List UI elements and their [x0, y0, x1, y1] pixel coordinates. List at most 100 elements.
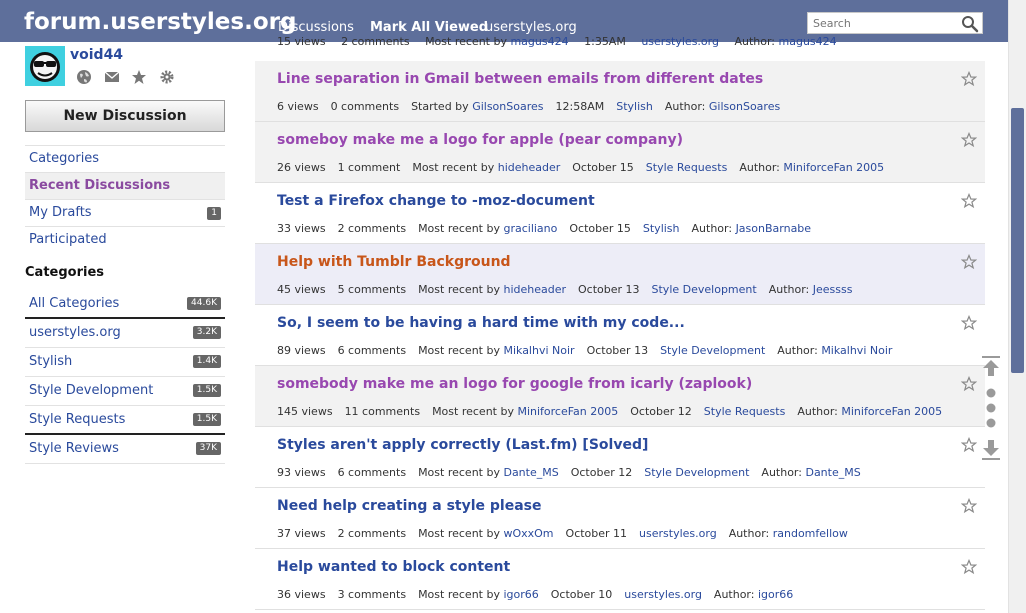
sidebar-item-label[interactable]: Participated: [29, 232, 107, 247]
scroll-dot-icon[interactable]: [986, 418, 996, 428]
author-link[interactable]: randomfellow: [773, 527, 848, 540]
category-link[interactable]: Style Requests: [646, 161, 728, 174]
discussion-title-link[interactable]: Line separation in Gmail between emails …: [277, 71, 763, 87]
discussion-row[interactable]: Test a Firefox change to -moz-document 33…: [255, 183, 985, 244]
bookmark-star-icon[interactable]: [961, 559, 977, 575]
author-link[interactable]: JasonBarnabe: [736, 222, 812, 235]
sidebar-item-label[interactable]: Categories: [29, 151, 99, 166]
globe-icon[interactable]: [76, 69, 92, 85]
discussion-row[interactable]: Help wanted to block content 36 views 3 co…: [255, 549, 985, 610]
mail-icon[interactable]: [104, 69, 120, 85]
category-link[interactable]: Style Requests: [704, 405, 786, 418]
scroll-dot-icon[interactable]: [986, 403, 996, 413]
discussion-row[interactable]: Styles aren't apply correctly (Last.fm) …: [255, 427, 985, 488]
category-label[interactable]: Style Requests: [29, 412, 125, 427]
category-item-stylish[interactable]: Stylish 1.4K: [25, 348, 225, 377]
author-link[interactable]: Mikalhvi Noir: [821, 344, 892, 357]
sidebar-item-participated[interactable]: Participated: [25, 226, 225, 253]
username-link[interactable]: void44: [70, 47, 123, 63]
bookmark-star-icon[interactable]: [961, 437, 977, 453]
scroll-dot-icon[interactable]: [986, 388, 996, 398]
discussion-title-link[interactable]: Test a Firefox change to -moz-document: [277, 193, 595, 209]
discussion-title-link[interactable]: Help with Tumblr Background: [277, 254, 511, 270]
category-item-style-reviews[interactable]: Style Reviews 37K: [25, 435, 225, 464]
last-user-link[interactable]: magus424: [510, 35, 568, 48]
last-user-link[interactable]: hideheader: [503, 283, 566, 296]
author-label: Author:: [797, 405, 838, 418]
sidebar-item-label[interactable]: Recent Discussions: [29, 178, 170, 193]
discussion-meta: 89 views 6 comments Most recent by Mikalhv…: [277, 344, 904, 357]
category-label[interactable]: Stylish: [29, 354, 72, 369]
category-link[interactable]: Stylish: [643, 222, 680, 235]
category-item-all[interactable]: All Categories 44.6K: [25, 290, 225, 319]
discussion-title-link[interactable]: somebody make me an logo for google from…: [277, 376, 752, 392]
bookmark-star-icon[interactable]: [961, 193, 977, 209]
discussion-row[interactable]: Need help creating a style please 37 view…: [255, 488, 985, 549]
page-scrollbar[interactable]: [1008, 0, 1026, 613]
category-label[interactable]: Style Development: [29, 383, 153, 398]
discussion-row[interactable]: Line separation in Gmail between emails …: [255, 61, 985, 122]
author-label: Author:: [768, 283, 810, 296]
author-link[interactable]: magus424: [779, 35, 837, 48]
category-item-style-development[interactable]: Style Development 1.5K: [25, 377, 225, 406]
comments-count: 2 comments: [337, 222, 407, 235]
by-label: Most recent by: [418, 283, 500, 296]
sidebar-item-my-drafts[interactable]: My Drafts 1: [25, 199, 225, 226]
discussion-title-link[interactable]: someboy make me a logo for apple (pear c…: [277, 132, 683, 148]
category-link[interactable]: userstyles.org: [639, 527, 717, 540]
discussion-list: 15 views 2 comments Most recent by magus…: [255, 0, 985, 613]
category-link[interactable]: Style Development: [660, 344, 765, 357]
discussion-row[interactable]: So, I seem to be having a hard time with…: [255, 305, 985, 366]
bookmark-star-icon[interactable]: [961, 254, 977, 270]
scrollbar-thumb[interactable]: [1011, 108, 1024, 373]
bookmark-star-icon[interactable]: [961, 71, 977, 87]
discussion-title-link[interactable]: Help wanted to block content: [277, 559, 510, 575]
author-link[interactable]: igor66: [758, 588, 793, 601]
last-user-link[interactable]: Dante_MS: [503, 466, 558, 479]
bookmark-star-icon[interactable]: [961, 132, 977, 148]
discussion-title-link[interactable]: Styles aren't apply correctly (Last.fm) …: [277, 437, 648, 453]
category-link[interactable]: Style Development: [652, 283, 757, 296]
author-link[interactable]: Dante_MS: [805, 466, 860, 479]
sidebar-item-label[interactable]: My Drafts: [29, 205, 92, 220]
author-link[interactable]: Jeessss: [813, 283, 853, 296]
new-discussion-button[interactable]: New Discussion: [25, 100, 225, 132]
last-user-link[interactable]: graciliano: [503, 222, 557, 235]
author-label: Author:: [664, 100, 706, 113]
category-link[interactable]: userstyles.org: [624, 588, 702, 601]
author-link[interactable]: MiniforceFan 2005: [841, 405, 942, 418]
last-user-link[interactable]: hideheader: [498, 161, 561, 174]
category-label[interactable]: userstyles.org: [29, 325, 121, 340]
avatar[interactable]: [25, 46, 65, 86]
scroll-bottom-icon[interactable]: [982, 440, 1000, 460]
category-link[interactable]: Style Development: [644, 466, 749, 479]
discussion-row[interactable]: somebody make me an logo for google from…: [255, 366, 985, 427]
sidebar-item-categories[interactable]: Categories: [25, 145, 225, 172]
last-user-link[interactable]: Mikalhvi Noir: [503, 344, 574, 357]
category-link[interactable]: userstyles.org: [641, 35, 719, 48]
author-link[interactable]: MiniforceFan 2005: [783, 161, 884, 174]
last-user-link[interactable]: igor66: [503, 588, 538, 601]
category-label[interactable]: Style Reviews: [29, 441, 119, 456]
bookmark-star-icon[interactable]: [961, 376, 977, 392]
last-user-link[interactable]: GilsonSoares: [472, 100, 543, 113]
category-label[interactable]: All Categories: [29, 296, 119, 311]
discussion-title-link[interactable]: So, I seem to be having a hard time with…: [277, 315, 685, 331]
last-user-link[interactable]: MiniforceFan 2005: [517, 405, 618, 418]
star-icon[interactable]: [131, 69, 147, 85]
sidebar-item-recent-discussions[interactable]: Recent Discussions: [25, 172, 225, 199]
scroll-top-icon[interactable]: [982, 356, 1000, 376]
bookmark-star-icon[interactable]: [961, 498, 977, 514]
category-link[interactable]: Stylish: [616, 100, 653, 113]
category-item-style-requests[interactable]: Style Requests 1.5K: [25, 406, 225, 435]
bookmark-star-icon[interactable]: [961, 315, 977, 331]
discussion-title-link[interactable]: Need help creating a style please: [277, 498, 542, 514]
author-link[interactable]: GilsonSoares: [709, 100, 780, 113]
discussion-row[interactable]: Help with Tumblr Background 45 views 5 com…: [255, 244, 985, 305]
discussion-row[interactable]: someboy make me a logo for apple (pear c…: [255, 122, 985, 183]
author-label: Author:: [713, 588, 755, 601]
gear-icon[interactable]: [159, 69, 175, 85]
last-user-link[interactable]: wOxxOm: [503, 527, 553, 540]
category-item-userstyles[interactable]: userstyles.org 3.2K: [25, 319, 225, 348]
categories-heading: Categories: [25, 265, 105, 280]
